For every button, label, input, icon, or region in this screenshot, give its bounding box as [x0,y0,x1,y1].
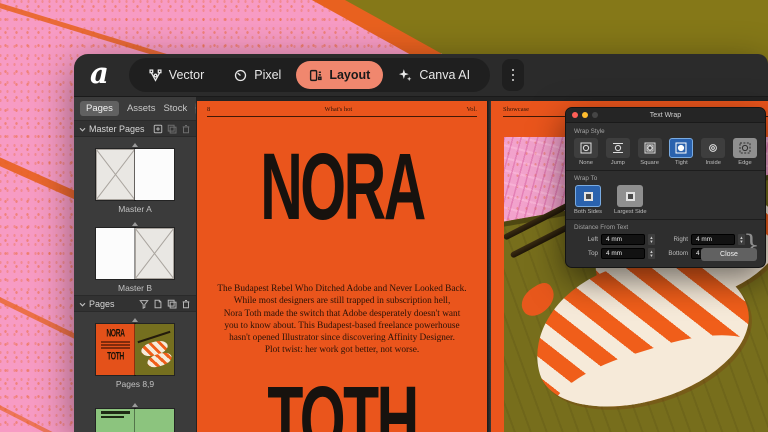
more-options-button[interactable] [502,59,524,91]
text-wrap-titlebar[interactable]: Text Wrap [566,108,765,123]
mode-tab-group: Vector Pixel Layout Canva AI [129,58,490,92]
tab-pixel[interactable]: Pixel [219,58,296,92]
mini-headline: TOTH [101,351,130,362]
headline-toth[interactable]: TOTH [252,380,432,432]
wrap-style-label: Wrap Style [574,128,757,135]
wrap-to-both-sides[interactable]: Both Sides [574,185,602,215]
wrap-style-edge[interactable]: Edge [733,138,757,166]
thumbnail-label: Pages 8,9 [116,379,154,389]
header-center-text: What's hot [324,106,352,113]
body-line: you to know about. This Budapest-based f… [217,320,467,332]
folio-number: 8 [207,106,210,113]
panel-tab-bar: Pages Assets Stock [74,97,196,120]
tab-canva-ai[interactable]: Canva AI [383,58,485,92]
master-a-right-page [135,149,174,200]
wrap-to-largest-side[interactable]: Largest Side [614,185,647,215]
panel-tab-assets[interactable]: Assets [127,103,156,114]
master-a-left-page [96,149,135,200]
tab-vector[interactable]: Vector [134,58,219,92]
mini-headline: NORA [101,328,130,339]
body-text-frame[interactable]: The Budapest Rebel Who Ditched Adobe and… [217,283,467,357]
duplicate-page-icon[interactable] [167,299,177,309]
distance-right-input[interactable]: 4 mm [691,234,735,245]
field-label: Left [574,236,598,243]
distance-from-text-label: Distance From Text [574,224,757,231]
tab-label: Canva AI [419,68,470,82]
distance-top-input[interactable]: 4 mm [601,248,645,259]
spread-marker [132,403,138,407]
document-page-left[interactable]: 8 What's hot Vol. NORA The Budapest Rebe… [197,101,487,432]
wrap-style-inside[interactable]: Inside [701,138,725,166]
divider [566,170,765,171]
body-line: The Budapest Rebel Who Ditched Adobe and… [217,283,467,295]
tab-label: Vector [169,68,204,82]
affinity-logo[interactable]: a [90,59,109,88]
distance-left-input[interactable]: 4 mm [601,234,645,245]
pages-section-header[interactable]: Pages [74,295,196,312]
wrap-style-tight[interactable]: Tight [669,138,693,166]
text-wrap-panel: Text Wrap Wrap Style None Jump Square [565,107,766,268]
filter-icon[interactable] [139,299,149,309]
layout-pages-icon [309,69,322,82]
top-toolbar: a Vector Pixel Layout Canva AI [74,54,768,96]
pen-nib-icon [149,69,162,82]
master-b-right-page [135,228,174,279]
body-line: While most designers are still trapped i… [217,295,467,307]
master-pages-section-header[interactable]: Master Pages [74,120,196,137]
running-header: Showcase [503,106,529,113]
pixel-dial-icon [234,69,247,82]
delete-page-icon[interactable] [181,299,191,309]
body-line: hasn't opened Illustrator since discover… [217,332,467,344]
panel-title: Text Wrap [566,112,765,119]
tab-layout[interactable]: Layout [296,61,383,89]
add-page-icon[interactable] [153,299,163,309]
panel-tab-stock[interactable]: Stock [163,103,187,114]
wrap-style-square[interactable]: Square [638,138,662,166]
headline-nora[interactable]: NORA [252,147,432,228]
tab-label: Layout [329,68,370,82]
stepper[interactable]: ▲▼ [648,248,655,259]
field-label: Bottom [664,250,688,257]
body-line: Nora Toth made the switch that Adobe des… [217,308,467,320]
chevron-down-icon [79,299,86,309]
pages-8-9-thumbnail[interactable]: NORA TOTH Pages 8,9 [74,312,196,391]
body-line: Plot twist: her work got better, not wor… [217,344,467,356]
pages-panel: Pages Assets Stock Master Pages [74,96,196,432]
master-b-thumbnail[interactable]: Master B [74,216,196,295]
field-label: Top [574,250,598,257]
page-9-thumb [135,324,174,375]
master-a-thumbnail[interactable]: Master A [74,137,196,216]
pages-thumbnail-partial[interactable] [74,397,196,432]
spread-marker [132,143,138,147]
wrap-to-label: Wrap To [574,175,757,182]
section-title: Pages [89,299,115,309]
tab-label: Pixel [254,68,281,82]
wrap-style-none[interactable]: None [574,138,598,166]
panel-tab-pages[interactable]: Pages [80,101,119,116]
spread-marker [132,222,138,226]
delete-master-icon[interactable] [181,124,191,134]
header-right-text: Vol. [466,106,477,113]
screenshot-root: a Vector Pixel Layout Canva AI [0,0,768,432]
wrap-style-jump[interactable]: Jump [606,138,630,166]
add-master-icon[interactable] [153,124,163,134]
divider [566,219,765,220]
running-header: 8 What's hot Vol. [207,106,477,113]
thumbnail-label: Master B [118,283,152,293]
section-title: Master Pages [89,124,145,134]
field-label: Right [664,236,688,243]
page-8-thumb: NORA TOTH [96,324,135,375]
chevron-down-icon [79,124,86,134]
close-button[interactable]: Close [701,248,757,261]
stepper[interactable]: ▲▼ [648,234,655,245]
header-rule [207,116,477,117]
spread-marker [132,318,138,322]
thumbnail-label: Master A [118,204,152,214]
master-b-left-page [96,228,135,279]
duplicate-master-icon[interactable] [167,124,177,134]
sparkle-icon [398,68,412,82]
